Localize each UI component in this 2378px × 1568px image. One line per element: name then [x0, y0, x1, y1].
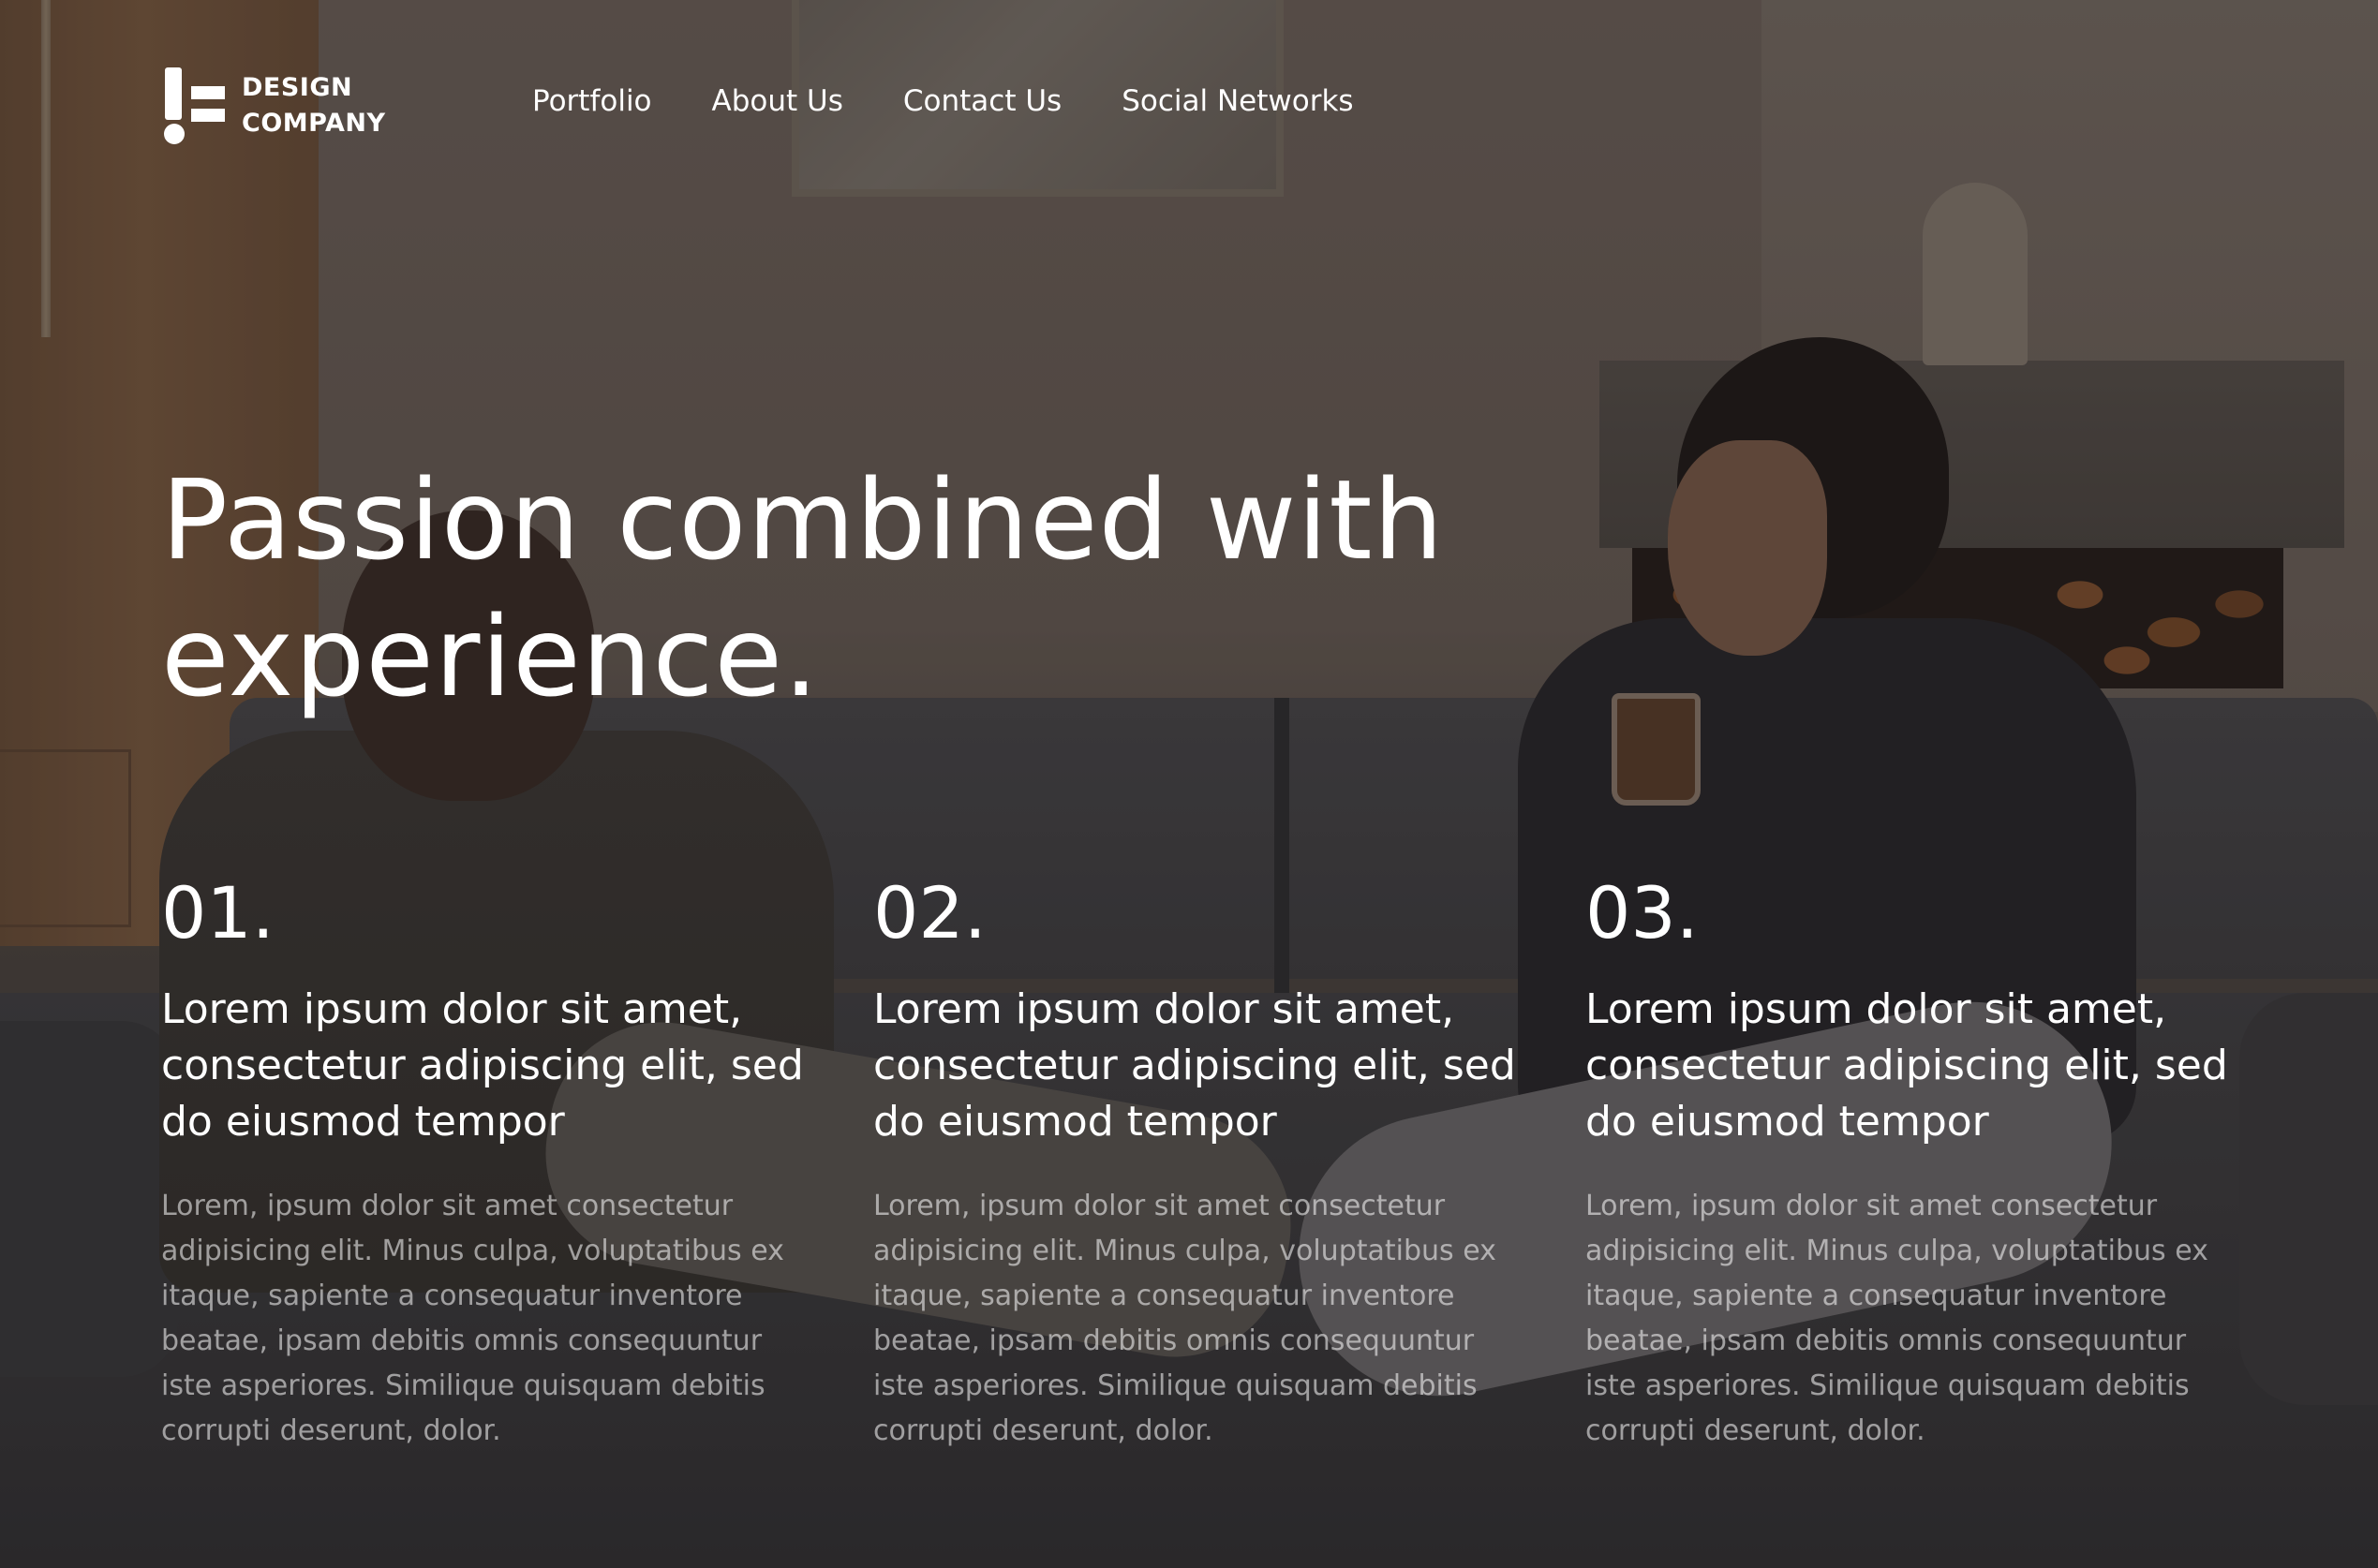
brand-line-2: COMPANY — [242, 109, 386, 138]
feature-heading: Lorem ipsum dolor sit amet, consectetur … — [873, 985, 1516, 1146]
hero-title: Passion combined with experience. — [161, 451, 1567, 725]
main-nav: Portfolio About Us Contact Us Social Net… — [532, 84, 1354, 118]
feature-column-2: 02. Lorem ipsum dolor sit amet, consecte… — [873, 871, 1529, 1454]
nav-item-contact-us[interactable]: Contact Us — [903, 84, 1062, 118]
nav-item-about-us[interactable]: About Us — [712, 84, 843, 118]
feature-column-1: 01. Lorem ipsum dolor sit amet, consecte… — [161, 871, 817, 1454]
brand-line-1: DESIGN — [242, 73, 353, 102]
brand-logo-icon — [161, 67, 229, 144]
brand-wordmark: DESIGN COMPANY — [242, 70, 386, 141]
feature-number: 01. — [161, 871, 275, 954]
feature-description: Lorem, ipsum dolor sit amet consectetur … — [1585, 1190, 2208, 1447]
feature-description: Lorem, ipsum dolor sit amet consectetur … — [161, 1190, 784, 1447]
landing-page: DESIGN COMPANY Portfolio About Us Contac… — [0, 0, 2378, 1568]
feature-heading: Lorem ipsum dolor sit amet, consectetur … — [1585, 985, 2228, 1146]
feature-number: 03. — [1585, 871, 1699, 954]
hero-title-line-1: Passion combined with — [161, 455, 1445, 584]
feature-description: Lorem, ipsum dolor sit amet consectetur … — [873, 1190, 1496, 1447]
brand-logo-link[interactable]: DESIGN COMPANY — [161, 67, 386, 144]
hero-title-line-2: experience. — [161, 592, 820, 721]
feature-heading: Lorem ipsum dolor sit amet, consectetur … — [161, 985, 804, 1146]
feature-column-3: 03. Lorem ipsum dolor sit amet, consecte… — [1585, 871, 2241, 1454]
nav-item-social-networks[interactable]: Social Networks — [1122, 84, 1353, 118]
feature-number: 02. — [873, 871, 987, 954]
nav-item-portfolio[interactable]: Portfolio — [532, 84, 652, 118]
